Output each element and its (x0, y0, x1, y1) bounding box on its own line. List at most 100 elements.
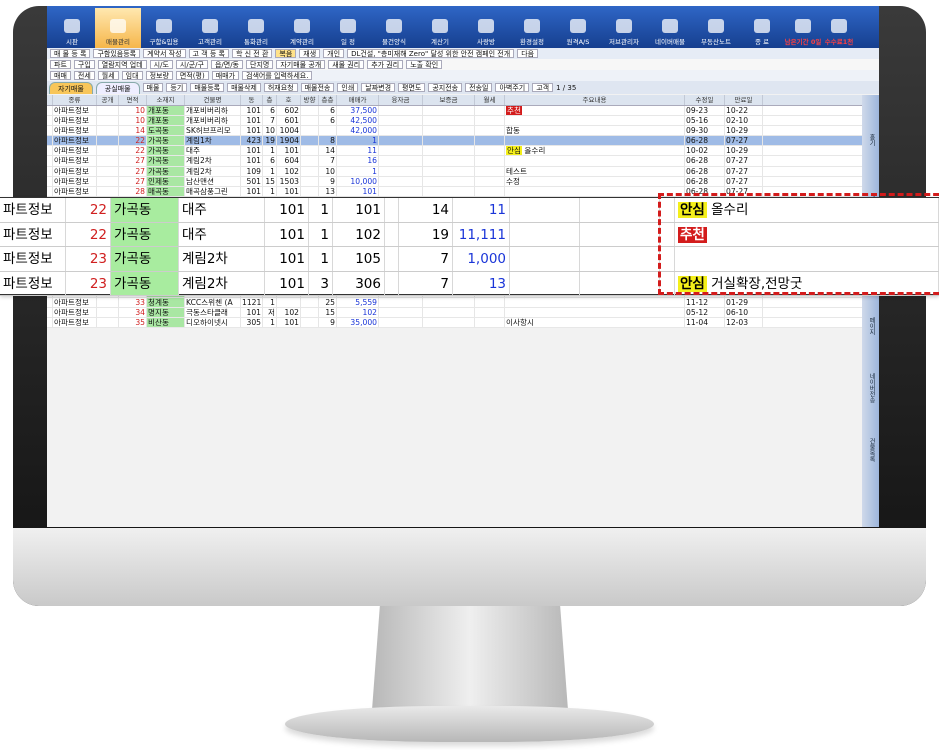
table-row[interactable]: 아파트정보 27 가곡동 계림2차 109 1 102 10 1 테스트 06-28 07-27 (47, 166, 862, 177)
monitor-chin (13, 528, 926, 606)
tab-3[interactable]: 등기 (166, 83, 188, 92)
ribbon-button[interactable]: 물건양식 (371, 8, 417, 48)
toolbar-item[interactable]: 전세 (73, 71, 95, 80)
column-header[interactable]: 동 (241, 95, 263, 105)
table-cell (301, 116, 319, 126)
column-header[interactable]: 층 (263, 95, 277, 105)
toolbar-item[interactable]: 검색어를 입력하세요. (242, 71, 313, 80)
toolbar-item[interactable]: 다음 (517, 49, 539, 58)
side-tab[interactable]: 홍기 (865, 115, 876, 165)
table-row[interactable]: 아파트정보 22 가곡동 대주 101 1 101 14 11 안심 올수리 10-02 10-29 (47, 146, 862, 157)
table-cell: 101 (277, 146, 301, 156)
ribbon-button[interactable]: 종 료 (739, 8, 785, 48)
ribbon-button[interactable]: 부동산노트 (693, 8, 739, 48)
toolbar-item[interactable]: 구함있음등록 (93, 49, 141, 58)
toolbar-item[interactable]: 고 객 등 록 (188, 49, 229, 58)
ribbon-button[interactable]: 구함&입용 (141, 8, 187, 48)
toolbar-item[interactable]: 읍/면/동 (210, 60, 243, 69)
ribbon-button[interactable]: 원격A/S (555, 8, 601, 48)
toolbar-item[interactable]: 추가 권리 (367, 60, 404, 69)
toolbar-item[interactable]: 새물 권리 (328, 60, 365, 69)
toolbar-item[interactable]: 정보량 (145, 71, 173, 80)
toolbar-item[interactable]: 열람지역 업데 (97, 60, 147, 69)
toolbar-item[interactable]: 구입 (73, 60, 95, 69)
table-cell (97, 186, 119, 196)
ribbon-button[interactable]: 수수료1천 (821, 8, 857, 48)
column-header[interactable]: 면적 (119, 95, 147, 105)
table-row[interactable]: 아파트정보 27 인제동 남산맨션 501 15 1503 9 10,000 수정 06-28 07-… (47, 176, 862, 187)
ribbon-button[interactable]: 네이버매물 (647, 8, 693, 48)
table-cell: 계림2차 (185, 156, 241, 166)
column-header[interactable]: 주요내용 (505, 95, 685, 105)
ribbon-button[interactable]: 계약관리 (279, 8, 325, 48)
tab-13[interactable]: 아벽주기 (495, 83, 530, 92)
column-header[interactable]: 융자금 (379, 95, 423, 105)
column-header[interactable]: 소재지 (147, 95, 185, 105)
ribbon-button[interactable]: 사랑방 (463, 8, 509, 48)
tab-6[interactable]: 허재요청 (263, 83, 298, 92)
ribbon-button[interactable]: 저브관리자 (601, 8, 647, 48)
table-row[interactable]: 아파트정보 35 비산동 디오하이넷시 305 1 101 9 35,000 이사항시 11-04 1… (47, 317, 862, 329)
column-header[interactable]: 수정일 (685, 95, 725, 105)
tab-12[interactable]: 전송일 (465, 83, 493, 92)
column-header[interactable]: 공개 (97, 95, 119, 105)
column-header[interactable]: 종류 (53, 95, 97, 105)
toolbar-item[interactable]: 자기매물 공개 (276, 60, 326, 69)
column-header[interactable]: 호 (277, 95, 301, 105)
toolbar-item[interactable]: 임대 (121, 71, 143, 80)
tab-2[interactable]: 매물 (142, 83, 164, 92)
side-tab-strip[interactable]: 홍기개인공지페이지네이버전송건물목록 (862, 95, 879, 527)
tab-4[interactable]: 매물등록 (190, 83, 225, 92)
ribbon-button[interactable]: 남은기간 0일 (785, 8, 821, 48)
toolbar-item[interactable]: 계약서 작성 (143, 49, 186, 58)
column-header[interactable]: 방향 (301, 95, 319, 105)
tab-11[interactable]: 공지전송 (428, 83, 463, 92)
column-header[interactable]: 매매가 (337, 95, 379, 105)
tab-10[interactable]: 평면도 (398, 83, 426, 92)
toolbar-item[interactable]: 노출 확인 (406, 60, 443, 69)
table-row[interactable]: 아파트정보 33 청계동 KCC스위첸 (A 1121 1 25 5,559 11-12 01-2… (47, 297, 862, 308)
tab-5[interactable]: 매물삭제 (227, 83, 261, 92)
table-row[interactable]: 아파트정보 14 도곡동 SK허브프리모 101 10 1004 42,000 합동 09-30 1… (47, 126, 862, 137)
tab-14[interactable]: 고객 (532, 83, 554, 92)
toolbar-item[interactable]: 월세 (97, 71, 119, 80)
toolbar-item[interactable]: 단지명 (246, 60, 274, 69)
side-tab[interactable]: 건물목록 (865, 425, 876, 475)
table-row[interactable]: 아파트정보 10 개포동 개포비버리하 101 7 601 6 42,500 05-16 02-10 (47, 116, 862, 127)
toolbar-item[interactable]: 개인 (323, 49, 345, 58)
column-header[interactable]: 만료일 (725, 95, 763, 105)
toolbar-item[interactable]: 면적(평) (175, 71, 209, 80)
toolbar-item[interactable]: 복음 (275, 49, 297, 58)
tab-0[interactable]: 자기매물 (49, 81, 93, 94)
ribbon-button[interactable]: 통화관리 (233, 8, 279, 48)
ribbon-button[interactable]: 일 정 (325, 8, 371, 48)
tab-7[interactable]: 매물전송 (300, 83, 335, 92)
tab-8[interactable]: 인쇄 (337, 83, 359, 92)
toolbar-item[interactable]: 매 물 등 록 (50, 49, 91, 58)
ribbon-button[interactable]: 계산기 (417, 8, 463, 48)
toolbar-item[interactable]: 시/군/구 (175, 60, 208, 69)
toolbar-item[interactable]: DL건설, "층미재해 Zero" 달성 위한 안전 캠페인 전개 (347, 49, 515, 58)
toolbar-item[interactable]: 파트 (50, 60, 71, 69)
column-header[interactable]: 층층 (319, 95, 337, 105)
toolbar-item[interactable]: 재생 (299, 49, 321, 58)
side-tab[interactable]: 네이버전송 (865, 363, 876, 413)
ribbon-button[interactable]: 매물관리 (95, 8, 141, 48)
table-row[interactable]: 아파트정보 10 개포동 개포비버리하 101 6 602 6 37,500 추천 09-23 10-… (47, 106, 862, 117)
toolbar-item[interactable]: 학 신 전 환 (231, 49, 273, 58)
ribbon-button[interactable]: 환경설정 (509, 8, 555, 48)
table-row[interactable]: 아파트정보 27 가곡동 계림2차 101 6 604 7 16 06-28 07-27 (47, 156, 862, 167)
column-header[interactable]: 건물명 (185, 95, 241, 105)
column-header[interactable]: 보증금 (423, 95, 475, 105)
column-header[interactable]: 월세 (475, 95, 505, 105)
toolbar-item[interactable]: 시/도 (149, 60, 173, 69)
table-row[interactable]: 아파트정보 34 명지동 극동스타클래 101 저 102 15 102 05-12 06-10 (47, 307, 862, 318)
ribbon-button[interactable]: 시판 (49, 8, 95, 48)
ribbon-button[interactable]: 고객관리 (187, 8, 233, 48)
table-row[interactable]: 아파트정보 22 가곡동 계림1차 423 19 1904 8 1 06-28 07-27 (47, 136, 862, 147)
tab-9[interactable]: 날짜변경 (361, 83, 396, 92)
toolbar-item[interactable]: 매매 (50, 71, 71, 80)
side-tab[interactable]: 페이지 (865, 301, 876, 351)
tab-1[interactable]: 공실매물 (95, 81, 140, 94)
toolbar-item[interactable]: 매매가 (211, 71, 240, 80)
